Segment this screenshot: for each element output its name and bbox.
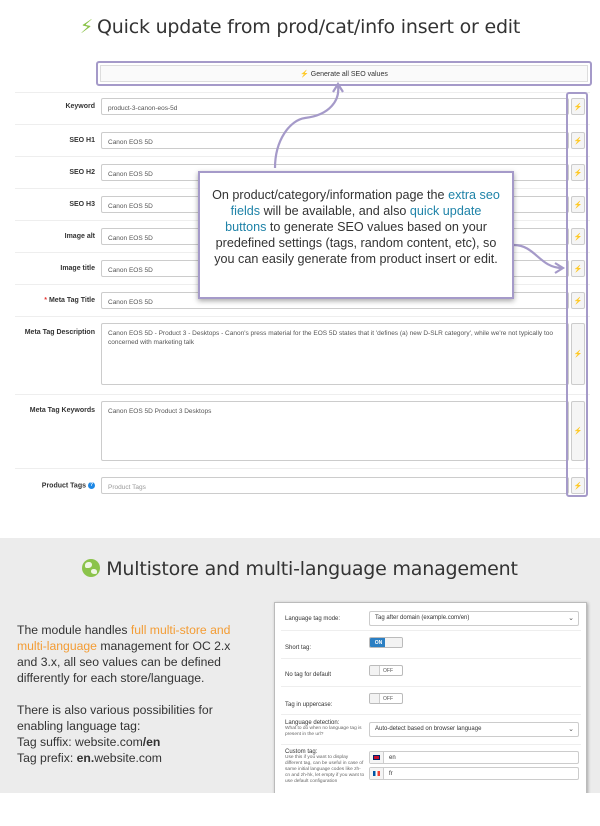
- field-label: SEO H3: [69, 201, 95, 208]
- generate-all-seo-button[interactable]: ⚡ Generate all SEO values: [100, 65, 588, 82]
- generate-button-highlight: ⚡ Generate all SEO values: [96, 61, 592, 86]
- toggle-state: OFF: [383, 668, 393, 674]
- flag-fr-icon: [370, 768, 384, 779]
- desc-bold: /en: [142, 735, 161, 749]
- toggle-state: OFF: [383, 696, 393, 702]
- setting-label: Short tag:: [285, 645, 312, 651]
- tag-prefix-example: Tag prefix: en.website.com: [17, 750, 249, 766]
- input-value: fr: [389, 771, 393, 777]
- page-footer-space: [0, 793, 600, 826]
- tag-suffix-example: Tag suffix: website.com/en: [17, 734, 249, 750]
- callout-text: On product/category/information page the: [212, 188, 449, 202]
- section-title-text: Multistore and multi-language management: [106, 558, 518, 580]
- field-label: Image alt: [64, 233, 95, 240]
- select-value: Auto-detect based on browser language: [375, 726, 482, 732]
- no-tag-default-toggle[interactable]: OFF: [369, 665, 403, 676]
- product-tags-input[interactable]: Product Tags: [101, 477, 569, 494]
- select-value: Tag after domain (example.com/en): [375, 615, 470, 621]
- field-label-text: Product Tags: [41, 482, 86, 490]
- help-icon[interactable]: ?: [88, 482, 95, 489]
- desc-text: There is also various possibilities for …: [17, 703, 213, 733]
- language-settings-panel: Language tag mode: Tag after domain (exa…: [274, 602, 587, 796]
- desc-bold: en.: [76, 751, 95, 765]
- setting-row-no-tag-default: No tag for default OFF: [281, 659, 581, 687]
- globe-icon: [82, 559, 101, 577]
- keyword-input[interactable]: product-3-canon-eos-5d: [101, 98, 569, 115]
- multistore-section: Multistore and multi-language management…: [0, 538, 600, 796]
- feature-callout: On product/category/information page the…: [198, 171, 514, 299]
- desc-text: website.com: [94, 751, 162, 765]
- field-label: * Meta Tag Title: [15, 297, 95, 304]
- meta-description-textarea[interactable]: Canon EOS 5D - Product 3 - Desktops - Ca…: [101, 323, 569, 385]
- custom-tag-input-en[interactable]: en: [369, 751, 579, 764]
- bolt-icon: ⚡: [79, 16, 94, 38]
- quick-update-buttons-highlight: [566, 92, 588, 497]
- setting-row-short-tag: Short tag: ON: [281, 631, 581, 659]
- form-row-seo-h1: SEO H1 Canon EOS 5D ⚡: [15, 124, 590, 156]
- field-label: SEO H1: [69, 137, 95, 144]
- multistore-description: The module handles full multi-store and …: [17, 622, 249, 766]
- setting-label: Custom tag: Use this if you want to displ…: [285, 749, 365, 785]
- meta-keywords-textarea[interactable]: Canon EOS 5D Product 3 Desktops: [101, 401, 569, 461]
- setting-row-uppercase: Tag in uppercase: OFF: [281, 687, 581, 715]
- language-detection-select[interactable]: Auto-detect based on browser language ⌄: [369, 722, 579, 737]
- setting-row-tag-mode: Language tag mode: Tag after domain (exa…: [281, 607, 581, 631]
- setting-row-detection: Language detection: What to do when no la…: [281, 715, 581, 745]
- chevron-down-icon: ⌄: [568, 726, 574, 733]
- setting-row-custom-tag: Custom tag: Use this if you want to displ…: [281, 745, 581, 793]
- setting-label: Language detection: What to do when no la…: [285, 720, 365, 738]
- section-title-quick-update: ⚡ Quick update from prod/cat/info insert …: [0, 16, 600, 38]
- setting-label: No tag for default: [285, 672, 332, 678]
- short-tag-toggle[interactable]: ON: [369, 637, 403, 648]
- flag-uk-icon: [370, 752, 384, 763]
- field-label: SEO H2: [69, 169, 95, 176]
- chevron-down-icon: ⌄: [568, 615, 574, 622]
- desc-text: Tag prefix:: [17, 751, 77, 765]
- form-row-keyword: Keyword product-3-canon-eos-5d ⚡: [15, 92, 590, 120]
- field-label: Meta Tag Description: [24, 329, 95, 336]
- field-label: Product Tags?: [15, 482, 95, 489]
- section-title-text: Quick update from prod/cat/info insert o…: [97, 16, 521, 38]
- desc-text: Tag suffix: website.com: [17, 735, 143, 749]
- custom-tag-input-fr[interactable]: fr: [369, 767, 579, 780]
- setting-sublabel: Use this if you want to display differen…: [285, 755, 365, 784]
- field-label: Keyword: [65, 103, 95, 110]
- setting-label: Language tag mode:: [285, 616, 341, 622]
- field-label: Meta Tag Keywords: [29, 407, 95, 414]
- field-label-text: Meta Tag Title: [48, 297, 95, 304]
- language-tag-mode-select[interactable]: Tag after domain (example.com/en) ⌄: [369, 611, 579, 626]
- section-title-multistore: Multistore and multi-language management: [0, 558, 600, 580]
- desc-text: The module handles: [17, 623, 131, 637]
- uppercase-toggle[interactable]: OFF: [369, 693, 403, 704]
- callout-text: will be available, and also: [260, 204, 410, 218]
- form-row-meta-description: Meta Tag Description Canon EOS 5D - Prod…: [15, 316, 590, 394]
- setting-sublabel: What to do when no language tag is prese…: [285, 726, 362, 737]
- seo-h1-input[interactable]: Canon EOS 5D: [101, 132, 569, 149]
- input-value: en: [389, 755, 396, 761]
- setting-label: Tag in uppercase:: [285, 702, 333, 708]
- seo-fields-section: ⚡ Quick update from prod/cat/info insert …: [0, 0, 600, 522]
- form-row-product-tags: Product Tags? Product Tags ⚡: [15, 468, 590, 500]
- field-label: Image title: [60, 265, 95, 272]
- form-row-meta-keywords: Meta Tag Keywords Canon EOS 5D Product 3…: [15, 394, 590, 468]
